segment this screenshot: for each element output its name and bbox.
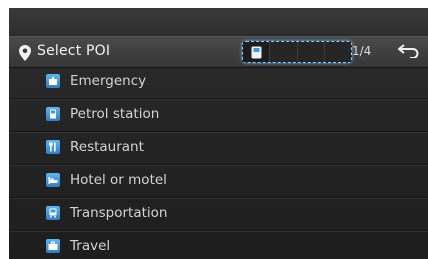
list-item[interactable]: Restaurant bbox=[9, 132, 428, 165]
list-item[interactable]: Petrol station bbox=[9, 99, 428, 132]
list-item[interactable]: Emergency bbox=[9, 66, 428, 99]
category-slot-4[interactable] bbox=[324, 42, 351, 62]
list-item-label: Restaurant bbox=[70, 139, 144, 155]
list-item[interactable]: Hotel or motel bbox=[9, 165, 428, 198]
poi-list: Emergency Petrol station Restaurant Hote… bbox=[9, 66, 428, 259]
page-indicator: 1/4 bbox=[352, 44, 372, 58]
list-item-label: Travel bbox=[70, 238, 111, 254]
category-slot-fuel[interactable] bbox=[243, 42, 271, 62]
category-slot-2[interactable] bbox=[270, 42, 298, 62]
bed-icon bbox=[46, 173, 60, 187]
category-slot-3[interactable] bbox=[297, 42, 325, 62]
poi-header: Select POI 1/4 bbox=[9, 36, 428, 68]
poi-category-selector[interactable] bbox=[242, 41, 352, 63]
list-item-label: Hotel or motel bbox=[70, 172, 167, 188]
fuel-pump-icon bbox=[46, 107, 60, 121]
transport-icon bbox=[46, 206, 60, 220]
list-item-label: Emergency bbox=[70, 73, 147, 89]
back-button[interactable] bbox=[393, 40, 425, 62]
list-item[interactable]: Travel bbox=[9, 231, 428, 259]
fuel-pump-icon bbox=[251, 46, 262, 58]
poi-screen: Select POI 1/4 Emergency Petrol station … bbox=[9, 8, 428, 259]
suitcase-icon bbox=[46, 239, 60, 253]
emergency-icon bbox=[46, 74, 60, 88]
status-bar bbox=[9, 8, 428, 34]
list-item-label: Transportation bbox=[70, 205, 168, 221]
back-arrow-icon bbox=[398, 44, 419, 58]
fork-knife-icon bbox=[46, 140, 60, 154]
location-pin-icon bbox=[19, 45, 31, 61]
page-title: Select POI bbox=[37, 43, 111, 59]
list-item[interactable]: Transportation bbox=[9, 198, 428, 231]
list-item-label: Petrol station bbox=[70, 106, 160, 122]
